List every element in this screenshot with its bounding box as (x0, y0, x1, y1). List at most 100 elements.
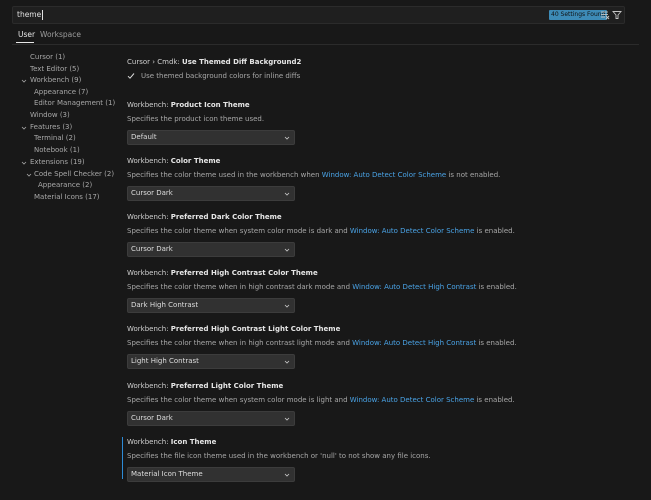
setting-link[interactable]: Window: Auto Detect Color Scheme (350, 227, 475, 235)
setting-title: Workbench: Icon Theme (127, 437, 627, 447)
setting-color-theme: Workbench: Color Theme Specifies the col… (127, 156, 627, 201)
setting-category: Workbench: (127, 325, 171, 333)
toc-item-label: Workbench (9) (30, 76, 82, 84)
setting-link[interactable]: Window: Auto Detect Color Scheme (322, 171, 447, 179)
dropdown-value: Cursor Dark (131, 189, 173, 197)
search-input[interactable]: theme (17, 8, 517, 22)
chevron-down-icon (284, 304, 290, 308)
chevron-down-icon (284, 192, 290, 196)
checkmark-icon[interactable] (127, 72, 135, 80)
description-text: Specifies the color theme used in the wo… (127, 171, 322, 179)
setting-link[interactable]: Window: Auto Detect High Contrast (352, 283, 476, 291)
toc-item-cursor[interactable]: Cursor (1) (30, 52, 65, 63)
chevron-down-icon (284, 473, 290, 477)
description-text: Specifies the color theme when system co… (127, 227, 350, 235)
setting-description: Specifies the color theme when system co… (127, 226, 627, 236)
description-text: is enabled. (474, 227, 515, 235)
toc-item-window[interactable]: Window (3) (30, 110, 70, 121)
text-caret (42, 10, 44, 20)
setting-category: Workbench: (127, 213, 171, 221)
setting-link[interactable]: Window: Auto Detect Color Scheme (350, 396, 475, 404)
toc-item-features[interactable]: Features (3) (30, 122, 72, 133)
setting-category: Workbench: (127, 157, 171, 165)
preferred-light-color-theme-dropdown[interactable]: Cursor Dark (127, 411, 295, 426)
description-text: Specifies the color theme when in high c… (127, 339, 353, 347)
toc-item-notebook[interactable]: Notebook (1) (34, 145, 80, 156)
settings-editor: theme 40 Settings Found User Workspace C… (0, 0, 651, 500)
description-text: is enabled. (476, 283, 517, 291)
setting-name: Use Themed Diff Background2 (182, 58, 302, 66)
settings-search-box[interactable]: theme 40 Settings Found (12, 6, 625, 24)
toc-item-label: Cursor (1) (30, 53, 66, 61)
toc-item-appearance[interactable]: Appearance (7) (34, 87, 88, 98)
toc-item-label: Extensions (19) (30, 158, 85, 166)
chevron-down-icon[interactable] (26, 172, 32, 178)
color-theme-dropdown[interactable]: Cursor Dark (127, 186, 295, 201)
focused-setting-indicator (122, 437, 123, 479)
setting-name: Color Theme (170, 157, 221, 165)
chevron-down-icon (284, 136, 290, 140)
setting-category: Cursor › Cmdk: (127, 58, 183, 66)
setting-category: Workbench: (127, 101, 171, 109)
toc-item-extensions[interactable]: Extensions (19) (30, 157, 85, 168)
setting-preferred-dark-color-theme: Workbench: Preferred Dark Color Theme Sp… (127, 212, 627, 257)
tabs-divider (12, 44, 639, 45)
toc-item-text-editor[interactable]: Text Editor (5) (30, 64, 79, 75)
description-text: is enabled. (474, 396, 515, 404)
setting-name: Preferred High Contrast Light Color Them… (170, 325, 341, 333)
toc-item-spell-appearance[interactable]: Appearance (2) (38, 180, 92, 191)
setting-preferred-high-contrast-color-theme: Workbench: Preferred High Contrast Color… (127, 268, 627, 313)
chevron-down-icon[interactable] (21, 78, 27, 84)
checkbox-label: Use themed background colors for inline … (141, 72, 301, 80)
setting-use-themed-diff-background: Cursor › Cmdk: Use Themed Diff Backgroun… (127, 57, 627, 81)
dropdown-value: Default (131, 133, 157, 141)
setting-product-icon-theme: Workbench: Product Icon Theme Specifies … (127, 100, 627, 145)
setting-category: Workbench: (127, 269, 171, 277)
setting-description: Specifies the file icon theme used in th… (127, 451, 627, 461)
description-text: Specifies the color theme when system co… (127, 396, 350, 404)
toc-item-editor-management[interactable]: Editor Management (1) (34, 98, 115, 109)
checkbox-row: Use themed background colors for inline … (127, 71, 627, 81)
setting-name: Product Icon Theme (170, 101, 250, 109)
toc-item-label: Window (3) (30, 111, 70, 119)
tab-user[interactable]: User (18, 28, 35, 42)
tab-workspace[interactable]: Workspace (40, 28, 81, 42)
setting-category: Workbench: (127, 438, 171, 446)
toc-item-workbench[interactable]: Workbench (9) (30, 75, 81, 86)
icon-theme-dropdown[interactable]: Material Icon Theme (127, 467, 295, 482)
toc-item-code-spell-checker[interactable]: Code Spell Checker (2) (34, 169, 114, 180)
description-text: Specifies the file icon theme used in th… (127, 452, 431, 460)
chevron-down-icon[interactable] (21, 125, 27, 131)
setting-description: Specifies the product icon theme used. (127, 114, 627, 124)
setting-title: Cursor › Cmdk: Use Themed Diff Backgroun… (127, 57, 627, 67)
search-query: theme (17, 10, 42, 19)
chevron-down-icon (284, 360, 290, 364)
setting-name: Icon Theme (170, 438, 217, 446)
chevron-down-icon[interactable] (21, 160, 27, 166)
dropdown-value: Dark High Contrast (131, 301, 199, 309)
setting-title: Workbench: Preferred High Contrast Light… (127, 324, 627, 334)
preferred-dark-color-theme-dropdown[interactable]: Cursor Dark (127, 242, 295, 257)
product-icon-theme-dropdown[interactable]: Default (127, 130, 295, 145)
toc-item-label: Features (3) (30, 123, 73, 131)
active-tab-indicator (16, 42, 34, 43)
toc-item-label: Material Icons (17) (34, 193, 100, 201)
toc-item-material-icons[interactable]: Material Icons (17) (34, 192, 100, 203)
description-text: is not enabled. (446, 171, 501, 179)
preferred-high-contrast-light-color-theme-dropdown[interactable]: Light High Contrast (127, 354, 295, 369)
dropdown-value: Light High Contrast (131, 357, 199, 365)
setting-preferred-light-color-theme: Workbench: Preferred Light Color Theme S… (127, 381, 627, 426)
toc-item-label: Terminal (2) (34, 134, 76, 142)
toc-item-label: Notebook (1) (34, 146, 80, 154)
setting-title: Workbench: Color Theme (127, 156, 627, 166)
filter-icon[interactable] (612, 10, 622, 20)
clear-filter-icon[interactable] (600, 10, 610, 20)
setting-name: Preferred Light Color Theme (170, 382, 284, 390)
setting-name: Preferred High Contrast Color Theme (170, 269, 318, 277)
setting-link[interactable]: Window: Auto Detect High Contrast (352, 339, 476, 347)
toc-item-terminal[interactable]: Terminal (2) (34, 133, 76, 144)
setting-title: Workbench: Preferred Light Color Theme (127, 381, 627, 391)
toc-item-label: Appearance (2) (38, 181, 93, 189)
setting-title: Workbench: Product Icon Theme (127, 100, 627, 110)
preferred-high-contrast-color-theme-dropdown[interactable]: Dark High Contrast (127, 298, 295, 313)
